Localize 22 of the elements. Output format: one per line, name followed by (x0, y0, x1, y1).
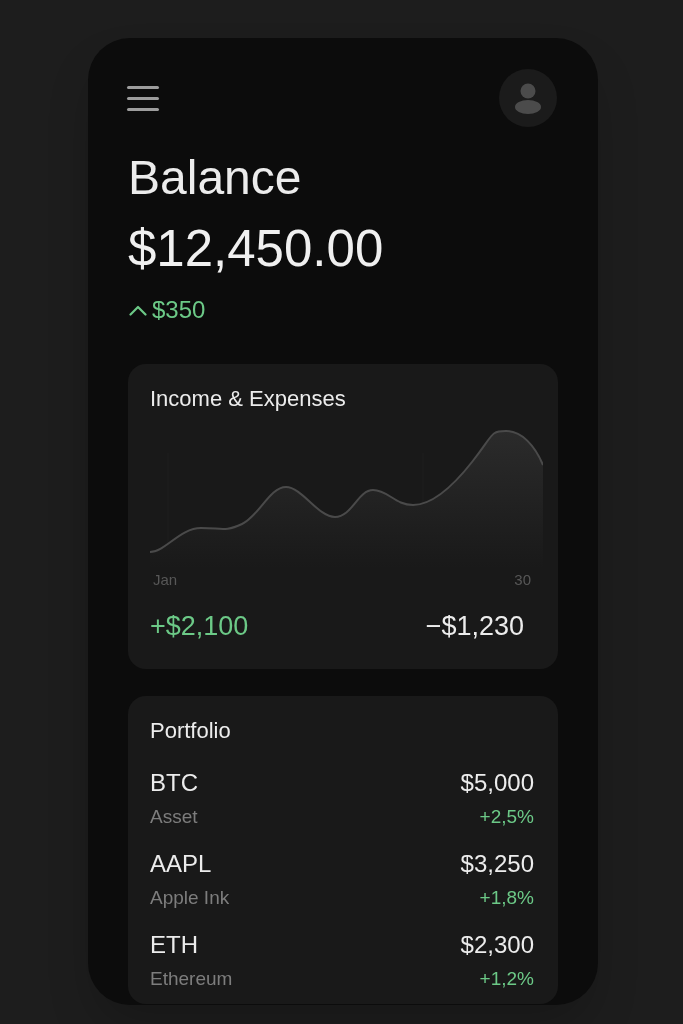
asset-value: $2,300 (460, 933, 534, 957)
asset-change: +1,8% (479, 888, 534, 907)
asset-value: $3,250 (460, 852, 534, 876)
balance-amount: $12,450.00 (128, 223, 384, 274)
asset-name: Apple Ink (150, 888, 230, 907)
asset-change: +1,2% (479, 969, 534, 988)
asset-name: Asset (150, 807, 198, 826)
asset-symbol: AAPL (150, 852, 212, 876)
income-amount: +$2,100 (150, 613, 249, 640)
expenses-amount: −$1,230 (425, 613, 524, 640)
menu-icon[interactable] (127, 84, 159, 112)
card-title: Portfolio (150, 720, 231, 742)
asset-symbol: ETH (150, 933, 198, 957)
axis-label: 30 (514, 572, 531, 587)
balance-change: $350 (152, 298, 206, 322)
card-title: Income & Expenses (150, 388, 346, 410)
asset-value: $5,000 (460, 771, 534, 795)
asset-change: +2,5% (479, 807, 534, 826)
axis-label: Jan (153, 572, 178, 587)
asset-symbol: BTC (150, 771, 198, 795)
balance-title: Balance (128, 154, 302, 202)
asset-name: Ethereum (150, 969, 233, 988)
